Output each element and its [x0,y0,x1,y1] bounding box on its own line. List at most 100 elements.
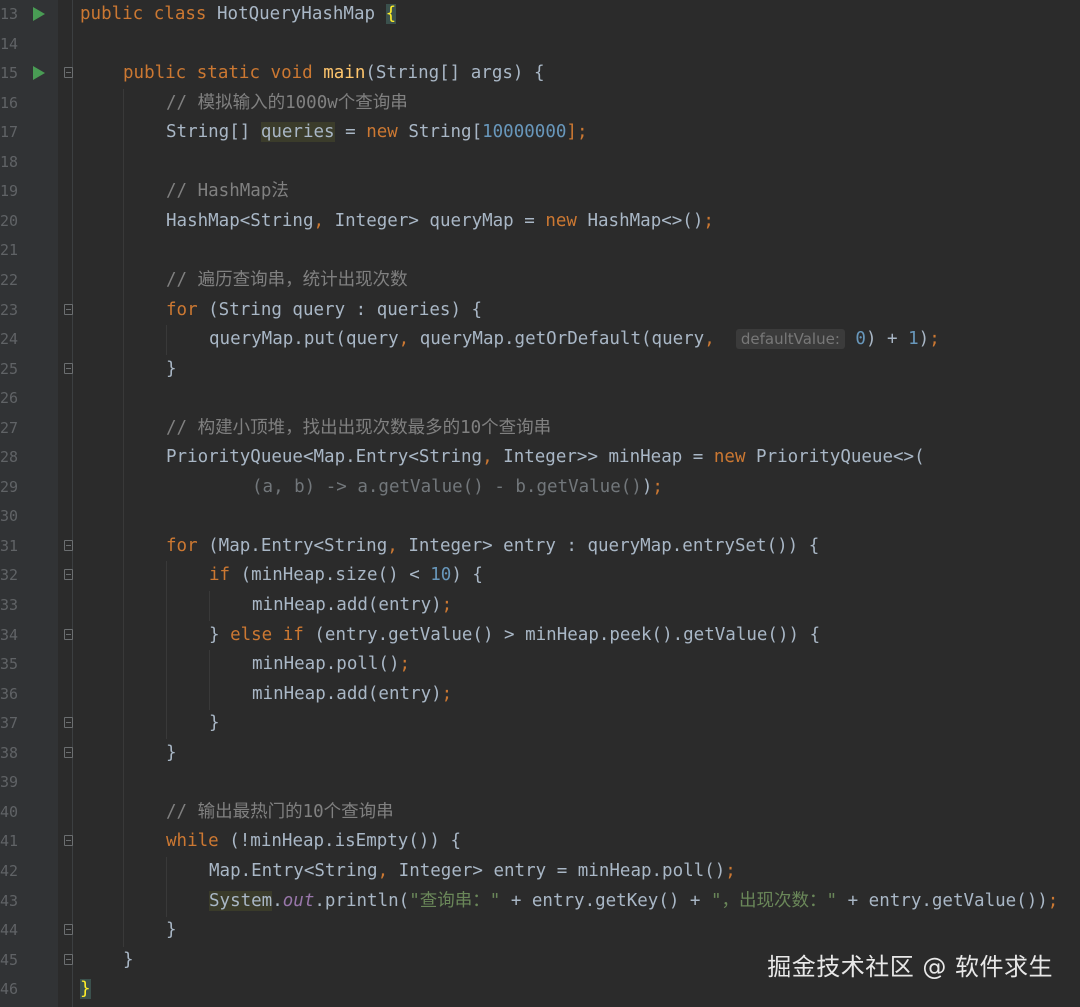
code-text[interactable]: } [209,709,220,739]
code-line: 23 for (String query : queries) { [0,296,1080,326]
fold-icon[interactable] [64,569,73,581]
line-number: 13 [0,5,19,23]
code-text[interactable]: } [166,916,177,946]
code-text[interactable]: } [166,739,177,769]
code-comment[interactable]: // 构建小顶堆，找出出现次数最多的10个查询串 [166,414,551,444]
line-number: 25 [0,359,19,378]
code-line: 15 public static void main(String[] args… [0,59,1080,89]
code-text[interactable]: System.out.println("查询串：" + entry.getKey… [209,887,1058,917]
code-text[interactable]: } else if (entry.getValue() > minHeap.pe… [209,621,820,651]
code-line: 34 } else if (entry.getValue() > minHeap… [0,621,1080,651]
fold-icon[interactable] [64,717,73,729]
code-text[interactable]: String[] queries = new String[10000000]; [166,118,587,148]
line-number: 28 [0,448,19,467]
matched-brace: { [385,4,397,24]
fold-icon[interactable] [64,835,73,847]
code-text[interactable]: minHeap.add(entry); [252,591,452,621]
code-line: 41 while (!minHeap.isEmpty()) { [0,827,1080,857]
line-number: 44 [0,921,19,940]
run-icon[interactable] [33,7,45,21]
code-line: 29 (a, b) -> a.getValue() - b.getValue()… [0,473,1080,503]
code-line: 27 // 构建小顶堆，找出出现次数最多的10个查询串 [0,414,1080,444]
code-text[interactable]: Map.Entry<String, Integer> entry = minHe… [209,857,736,887]
code-line: 40 // 输出最热门的10个查询串 [0,798,1080,828]
line-number: 30 [0,507,19,526]
code-line: 35 minHeap.poll(); [0,650,1080,680]
code-text[interactable]: } [80,975,91,1005]
line-number: 41 [0,832,19,851]
code-line: 14 [0,30,1080,60]
code-line: 28 PriorityQueue<Map.Entry<String, Integ… [0,443,1080,473]
code-text[interactable]: if (minHeap.size() < 10) { [209,561,483,591]
fold-icon[interactable] [64,67,73,79]
fold-icon[interactable] [64,303,73,315]
code-line: 44 } [0,916,1080,946]
line-number: 27 [0,418,19,437]
code-text[interactable]: public class HotQueryHashMap { [80,0,397,30]
parameter-hint: defaultValue: [735,329,845,350]
code-comment[interactable]: // 遍历查询串，统计出现次数 [166,266,408,296]
fold-icon[interactable] [64,746,73,758]
code-area[interactable]: 13 public class HotQueryHashMap { 14 15 … [0,0,1080,1007]
code-text[interactable]: PriorityQueue<Map.Entry<String, Integer>… [166,443,925,473]
line-number: 43 [0,891,19,910]
code-line: 22 // 遍历查询串，统计出现次数 [0,266,1080,296]
usage-highlight: queries [260,122,335,143]
fold-icon[interactable] [64,953,73,965]
line-number: 18 [0,152,19,171]
code-line: 42 Map.Entry<String, Integer> entry = mi… [0,857,1080,887]
code-line: 30 [0,502,1080,532]
code-line: 17 String[] queries = new String[1000000… [0,118,1080,148]
fold-icon[interactable] [64,539,73,551]
lambda-text: (a, b) -> a.getValue() - b.getValue() [252,476,642,497]
code-comment[interactable]: // 输出最热门的10个查询串 [166,798,394,828]
fold-icon[interactable] [64,362,73,374]
code-text[interactable]: minHeap.add(entry); [252,680,452,710]
code-text[interactable]: (a, b) -> a.getValue() - b.getValue()); [252,473,663,503]
line-number: 42 [0,861,19,880]
fold-icon[interactable] [64,628,73,640]
code-line: 13 public class HotQueryHashMap { [0,0,1080,30]
code-comment[interactable]: // HashMap法 [166,177,289,207]
code-text[interactable]: queryMap.put(query, queryMap.getOrDefaul… [209,325,940,355]
code-text[interactable]: for (Map.Entry<String, Integer> entry : … [166,532,819,562]
line-number: 33 [0,596,19,614]
line-number: 31 [0,536,19,555]
line-number: 15 [0,64,19,83]
code-line: 20 HashMap<String, Integer> queryMap = n… [0,207,1080,237]
code-text[interactable]: } [166,355,177,385]
fold-icon[interactable] [64,924,73,936]
line-number: 46 [0,980,19,999]
line-number: 23 [0,300,19,319]
line-number: 17 [0,123,19,142]
code-line: 24 queryMap.put(query, queryMap.getOrDef… [0,325,1080,355]
run-icon[interactable] [33,66,45,81]
code-line: 38 } [0,739,1080,769]
code-text[interactable]: HashMap<String, Integer> queryMap = new … [166,207,714,237]
code-editor[interactable]: 13 public class HotQueryHashMap { 14 15 … [0,0,1080,1007]
line-number: 26 [0,389,19,408]
watermark: 掘金技术社区 @ 软件求生 [767,953,1053,981]
code-line: 16 // 模拟输入的1000w个查询串 [0,89,1080,119]
code-line: 33 minHeap.add(entry); [0,591,1080,621]
code-text[interactable]: public static void main(String[] args) { [123,59,545,89]
line-number: 21 [0,241,19,260]
line-number: 38 [0,743,19,762]
code-text[interactable]: minHeap.poll(); [252,650,410,680]
code-line: 32 if (minHeap.size() < 10) { [0,561,1080,591]
line-number: 40 [0,802,19,821]
line-number: 14 [0,34,19,53]
line-number: 19 [0,182,19,201]
code-line: 39 [0,768,1080,798]
code-line: 36 minHeap.add(entry); [0,680,1080,710]
line-number: 16 [0,93,19,112]
code-text[interactable]: while (!minHeap.isEmpty()) { [166,827,461,857]
code-comment[interactable]: // 模拟输入的1000w个查询串 [166,89,408,119]
code-line: 21 [0,236,1080,266]
code-line: 37 } [0,709,1080,739]
code-text[interactable]: } [123,946,134,976]
code-text[interactable]: for (String query : queries) { [166,296,482,326]
line-number: 24 [0,330,19,349]
code-line: 19 // HashMap法 [0,177,1080,207]
line-number: 22 [0,270,19,289]
